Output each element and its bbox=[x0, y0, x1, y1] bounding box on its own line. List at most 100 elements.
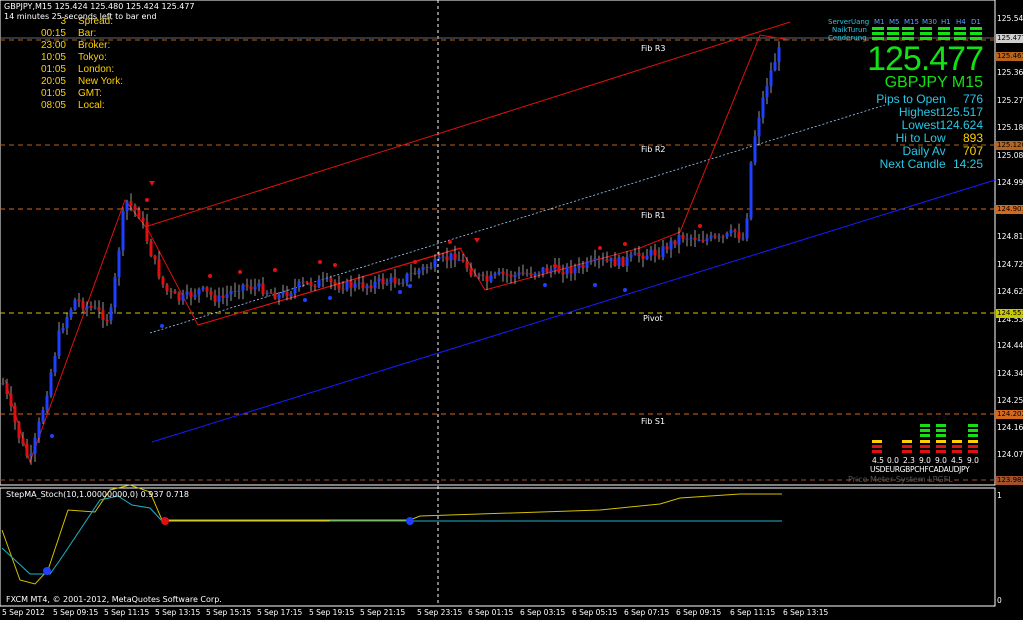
fractal-dot bbox=[543, 283, 547, 287]
candle-body bbox=[761, 97, 765, 118]
candle-body bbox=[177, 293, 181, 301]
time-tick: 5 Sep 11:15 bbox=[104, 608, 150, 617]
candle-body bbox=[709, 235, 713, 239]
candle-body bbox=[745, 218, 749, 239]
candle-body bbox=[341, 288, 345, 290]
time-tick: 5 Sep 23:15 bbox=[417, 608, 463, 617]
candle-body bbox=[265, 292, 269, 295]
candle-body bbox=[317, 279, 321, 287]
candle-body bbox=[525, 273, 529, 275]
candle-body bbox=[769, 70, 773, 87]
candle-body bbox=[569, 266, 573, 273]
candle-body bbox=[449, 253, 453, 261]
fractal-dot bbox=[273, 268, 277, 272]
candle-body bbox=[69, 309, 73, 318]
candle-body bbox=[417, 270, 421, 274]
price-tick: 124.345 bbox=[997, 369, 1023, 378]
candle-body bbox=[65, 317, 69, 328]
candle-body bbox=[281, 291, 285, 295]
clock-label: New York: bbox=[78, 76, 124, 87]
meter-value: 2.3 bbox=[903, 456, 915, 465]
meter-watermark: Price Meter System LPGFL bbox=[848, 475, 953, 484]
symbol-header: GBPJPY,M15 125.424 125.480 125.424 125.4… bbox=[4, 2, 195, 11]
price-tag-s1: 124.202 bbox=[996, 410, 1023, 419]
candle-body bbox=[137, 209, 141, 218]
pair-label: GBPJPY M15 bbox=[884, 74, 983, 91]
candle-body bbox=[597, 258, 601, 260]
candle-body bbox=[385, 282, 389, 285]
candle-body bbox=[497, 271, 501, 274]
candle-body bbox=[173, 291, 177, 294]
clock-label: Bar: bbox=[78, 28, 97, 39]
time-tick: 6 Sep 01:15 bbox=[468, 608, 514, 617]
price-tick: 124.815 bbox=[997, 232, 1023, 241]
fractal-dot bbox=[553, 264, 557, 268]
clock-row-spread: 3 Spread: bbox=[4, 16, 144, 27]
indicator-axis-min: 0 bbox=[997, 596, 1002, 605]
candle-body bbox=[741, 238, 745, 240]
tf-label: M1 bbox=[874, 18, 885, 26]
candle-body bbox=[165, 284, 169, 292]
time-tick: 5 Sep 15:15 bbox=[206, 608, 252, 617]
stat-label: Highest bbox=[898, 105, 940, 119]
candle-body bbox=[109, 307, 113, 321]
clock-row-tokyo: 10:05 Tokyo: bbox=[4, 52, 144, 63]
candle-body bbox=[633, 252, 637, 255]
candle-body bbox=[757, 117, 761, 137]
meter-value: 9.0 bbox=[919, 456, 931, 465]
candle-body bbox=[41, 409, 45, 422]
price-tick: 124.995 bbox=[997, 178, 1023, 187]
candle-body bbox=[669, 240, 673, 250]
candle-body bbox=[189, 291, 193, 297]
price-tick: 124.165 bbox=[997, 423, 1023, 432]
stat-label: Lowest bbox=[901, 118, 940, 132]
candle-body bbox=[657, 255, 661, 257]
candle-body bbox=[677, 234, 681, 245]
fib-r1-label: Fib R1 bbox=[641, 211, 666, 220]
stat-hi-to-low: Hi to Low 893 bbox=[896, 131, 983, 145]
price-tick: 124.070 bbox=[997, 450, 1023, 459]
candle-body bbox=[49, 372, 53, 396]
fractal-dot bbox=[50, 434, 54, 438]
meter-value: 4.5 bbox=[872, 456, 884, 465]
clock-label: Tokyo: bbox=[78, 52, 107, 63]
price-tick: 124.625 bbox=[997, 287, 1023, 296]
clock-time: 23:00 bbox=[40, 40, 66, 51]
candle-body bbox=[101, 310, 105, 321]
candle-body bbox=[469, 268, 473, 276]
candle-body bbox=[105, 320, 109, 322]
fractal-dot bbox=[160, 324, 164, 328]
candle-body bbox=[161, 277, 165, 285]
candle-body bbox=[545, 267, 549, 273]
fractal-dot bbox=[593, 283, 597, 287]
candle-body bbox=[717, 236, 721, 238]
candle-body bbox=[29, 453, 33, 457]
price-tag-current: 125.477 bbox=[996, 34, 1023, 43]
candle-body bbox=[601, 259, 605, 261]
candle-body bbox=[309, 282, 313, 286]
candle-body bbox=[181, 294, 185, 301]
fractal-dot bbox=[328, 296, 332, 300]
candle-body bbox=[269, 292, 273, 294]
candle-body bbox=[353, 283, 357, 288]
candle-body bbox=[333, 282, 337, 285]
clock-label: Broker: bbox=[78, 40, 111, 51]
candle-body bbox=[349, 281, 353, 288]
candle-body bbox=[617, 257, 621, 266]
candle-body bbox=[517, 272, 521, 275]
candle-body bbox=[613, 258, 617, 266]
candle-body bbox=[129, 201, 133, 206]
candle-body bbox=[17, 422, 21, 439]
stat-value: 707 bbox=[962, 144, 983, 158]
candle-body bbox=[185, 291, 189, 295]
candle-body bbox=[685, 238, 689, 240]
fractal-dot bbox=[408, 284, 412, 288]
candle-body bbox=[277, 294, 281, 299]
fractal-dot bbox=[448, 240, 452, 244]
price-chart[interactable] bbox=[0, 0, 1023, 620]
candle-body bbox=[537, 272, 541, 274]
time-tick: 6 Sep 09:15 bbox=[676, 608, 722, 617]
time-tick: 6 Sep 03:15 bbox=[520, 608, 566, 617]
main-chart-frame bbox=[0, 0, 996, 486]
candle-body bbox=[357, 282, 361, 284]
